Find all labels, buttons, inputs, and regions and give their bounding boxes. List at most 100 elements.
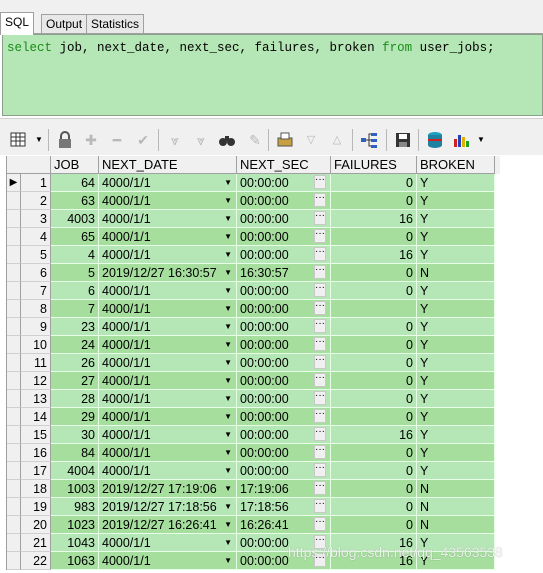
cell-next-date[interactable]: 4000/1/1 ▼ xyxy=(99,426,237,444)
arrow-up-icon[interactable]: △ xyxy=(328,131,346,149)
ellipsis-button-icon[interactable]: ··· xyxy=(314,265,326,279)
cell-failures[interactable]: 0 xyxy=(331,480,417,498)
cell-job[interactable]: 4 xyxy=(51,246,99,264)
cell-broken[interactable]: Y xyxy=(417,318,495,336)
cell-next-date[interactable]: 4000/1/1 ▼ xyxy=(99,444,237,462)
table-row[interactable]: 11 26 4000/1/1 ▼ 00:00:00 ··· 0 Y xyxy=(7,354,500,372)
ellipsis-button-icon[interactable]: ··· xyxy=(314,211,326,225)
table-row[interactable]: 3 4003 4000/1/1 ▼ 00:00:00 ··· 16 Y xyxy=(7,210,500,228)
row-indicator[interactable] xyxy=(7,534,21,552)
cell-broken[interactable]: Y xyxy=(417,336,495,354)
cell-next-date[interactable]: 4000/1/1 ▼ xyxy=(99,552,237,570)
dropdown-arrow-icon[interactable]: ▼ xyxy=(224,372,232,389)
tree-icon[interactable] xyxy=(360,131,378,149)
cell-next-sec[interactable]: 00:00:00 ··· xyxy=(237,426,331,444)
sql-editor[interactable]: select job, next_date, next_sec, failure… xyxy=(2,34,543,116)
row-indicator[interactable] xyxy=(7,390,21,408)
cell-job[interactable]: 983 xyxy=(51,498,99,516)
cell-failures[interactable]: 0 xyxy=(331,174,417,192)
dropdown-arrow-icon[interactable]: ▼ xyxy=(224,228,232,245)
cell-job[interactable]: 27 xyxy=(51,372,99,390)
cell-next-date[interactable]: 4000/1/1 ▼ xyxy=(99,318,237,336)
dropdown-arrow-icon[interactable]: ▼ xyxy=(224,246,232,263)
cell-failures[interactable]: 16 xyxy=(331,426,417,444)
cell-next-sec[interactable]: 16:30:57 ··· xyxy=(237,264,331,282)
cell-job[interactable]: 1003 xyxy=(51,480,99,498)
binoculars-icon[interactable] xyxy=(218,131,236,149)
cell-job[interactable]: 5 xyxy=(51,264,99,282)
cell-job[interactable]: 6 xyxy=(51,282,99,300)
ellipsis-button-icon[interactable]: ··· xyxy=(314,229,326,243)
cell-job[interactable]: 65 xyxy=(51,228,99,246)
print-icon[interactable] xyxy=(276,131,294,149)
chart-icon[interactable] xyxy=(452,131,470,149)
dropdown-arrow-icon[interactable]: ▼ xyxy=(224,318,232,335)
cell-next-sec[interactable]: 17:19:06 ··· xyxy=(237,480,331,498)
table-row[interactable]: 8 7 4000/1/1 ▼ 00:00:00 ··· Y xyxy=(7,300,500,318)
cell-next-date[interactable]: 4000/1/1 ▼ xyxy=(99,174,237,192)
row-indicator[interactable] xyxy=(7,336,21,354)
table-row[interactable]: 4 65 4000/1/1 ▼ 00:00:00 ··· 0 Y xyxy=(7,228,500,246)
dropdown-arrow-icon[interactable]: ▼ xyxy=(224,552,232,569)
dropdown-arrow-icon[interactable]: ▼ xyxy=(224,516,232,533)
cell-job[interactable]: 29 xyxy=(51,408,99,426)
row-indicator[interactable] xyxy=(7,408,21,426)
cell-next-date[interactable]: 4000/1/1 ▼ xyxy=(99,390,237,408)
column-header-next-sec[interactable]: NEXT_SEC xyxy=(237,156,331,174)
column-header-next-date[interactable]: NEXT_DATE xyxy=(99,156,237,174)
cell-failures[interactable]: 0 xyxy=(331,228,417,246)
cell-next-date[interactable]: 4000/1/1 ▼ xyxy=(99,282,237,300)
cell-next-sec[interactable]: 17:18:56 ··· xyxy=(237,498,331,516)
cell-broken[interactable]: Y xyxy=(417,426,495,444)
filter-down-icon[interactable]: ⩔ xyxy=(166,131,184,149)
cell-job[interactable]: 1023 xyxy=(51,516,99,534)
row-indicator[interactable] xyxy=(7,498,21,516)
dropdown-arrow-icon[interactable]: ▼ xyxy=(224,408,232,425)
tab-output[interactable]: Output xyxy=(41,14,88,33)
cell-next-date[interactable]: 4000/1/1 ▼ xyxy=(99,534,237,552)
ellipsis-button-icon[interactable]: ··· xyxy=(314,427,326,441)
dropdown-arrow-icon[interactable]: ▼ xyxy=(224,174,232,191)
cell-broken[interactable]: Y xyxy=(417,210,495,228)
table-row[interactable]: 13 28 4000/1/1 ▼ 00:00:00 ··· 0 Y xyxy=(7,390,500,408)
dropdown-arrow-icon[interactable]: ▼ xyxy=(224,444,232,461)
row-indicator[interactable] xyxy=(7,264,21,282)
dropdown-arrow-icon[interactable]: ▼ xyxy=(224,498,232,515)
cell-job[interactable]: 30 xyxy=(51,426,99,444)
cell-failures[interactable]: 0 xyxy=(331,354,417,372)
cell-failures[interactable]: 0 xyxy=(331,372,417,390)
check-icon[interactable]: ✔ xyxy=(134,131,152,149)
table-row[interactable]: 10 24 4000/1/1 ▼ 00:00:00 ··· 0 Y xyxy=(7,336,500,354)
table-row[interactable]: ▶ 1 64 4000/1/1 ▼ 00:00:00 ··· 0 Y xyxy=(7,174,500,192)
ellipsis-button-icon[interactable]: ··· xyxy=(314,247,326,261)
cell-failures[interactable]: 0 xyxy=(331,318,417,336)
cell-failures[interactable]: 0 xyxy=(331,282,417,300)
cell-next-date[interactable]: 4000/1/1 ▼ xyxy=(99,192,237,210)
arrow-down-icon[interactable]: ▽ xyxy=(302,131,320,149)
dropdown-arrow-icon[interactable]: ▼ xyxy=(224,426,232,443)
cell-next-sec[interactable]: 00:00:00 ··· xyxy=(237,210,331,228)
cell-next-date[interactable]: 2019/12/27 17:18:56 ▼ xyxy=(99,498,237,516)
cell-job[interactable]: 23 xyxy=(51,318,99,336)
cell-job[interactable]: 4003 xyxy=(51,210,99,228)
save-icon[interactable] xyxy=(394,131,412,149)
cell-next-sec[interactable]: 00:00:00 ··· xyxy=(237,390,331,408)
cell-job[interactable]: 24 xyxy=(51,336,99,354)
row-indicator[interactable] xyxy=(7,282,21,300)
cell-failures[interactable] xyxy=(331,300,417,318)
cell-failures[interactable]: 0 xyxy=(331,192,417,210)
lock-icon[interactable] xyxy=(56,131,74,149)
cell-next-sec[interactable]: 00:00:00 ··· xyxy=(237,246,331,264)
cell-next-date[interactable]: 4000/1/1 ▼ xyxy=(99,210,237,228)
cell-next-sec[interactable]: 00:00:00 ··· xyxy=(237,174,331,192)
cell-broken[interactable]: Y xyxy=(417,174,495,192)
filter-icon[interactable]: ⩔ xyxy=(192,131,210,149)
table-row[interactable]: 9 23 4000/1/1 ▼ 00:00:00 ··· 0 Y xyxy=(7,318,500,336)
ellipsis-button-icon[interactable]: ··· xyxy=(314,319,326,333)
ellipsis-button-icon[interactable]: ··· xyxy=(314,175,326,189)
dropdown-arrow-icon[interactable]: ▼ xyxy=(224,354,232,371)
column-header-failures[interactable]: FAILURES xyxy=(331,156,417,174)
cell-next-sec[interactable]: 00:00:00 ··· xyxy=(237,354,331,372)
row-indicator[interactable] xyxy=(7,462,21,480)
cell-next-date[interactable]: 4000/1/1 ▼ xyxy=(99,228,237,246)
